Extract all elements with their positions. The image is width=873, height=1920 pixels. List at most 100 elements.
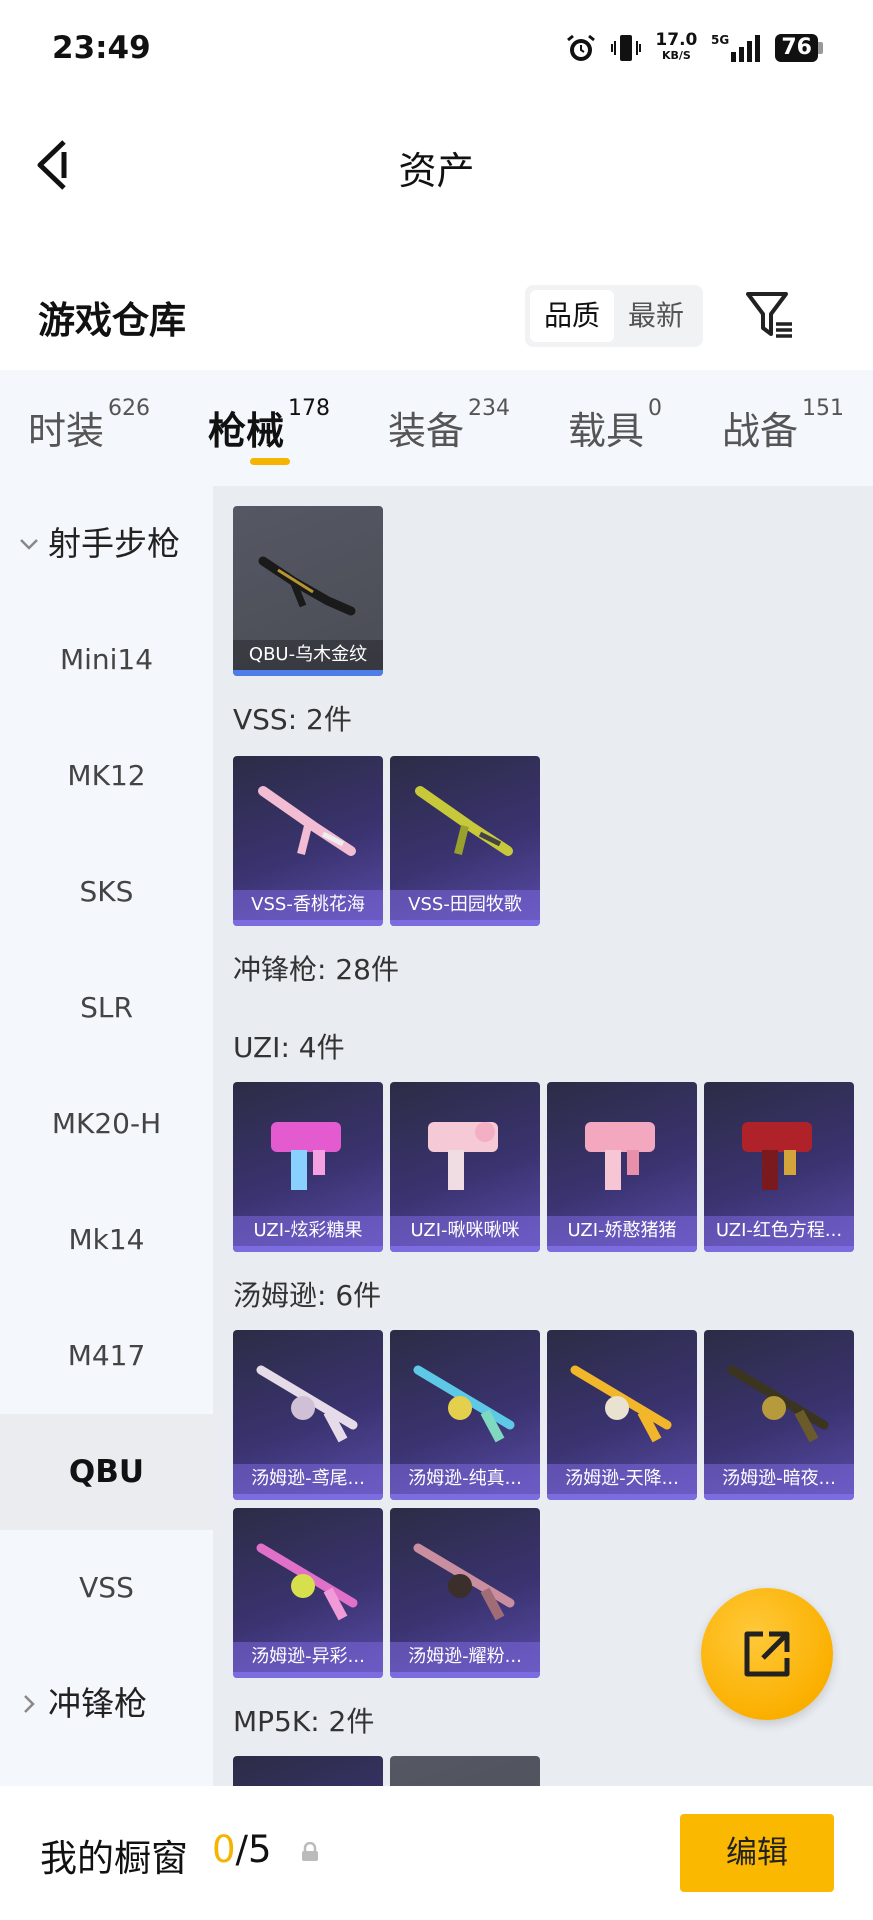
item-card[interactable]: 汤姆逊-纯真... — [390, 1330, 540, 1500]
tab-label: 时装 — [28, 409, 105, 453]
smg-icon — [413, 1543, 515, 1621]
sidebar-item-mk20h[interactable]: MK20-H — [0, 1066, 213, 1182]
item-card-name: UZI-红色方程... — [704, 1216, 854, 1246]
item-card-name: VSS-香桃花海 — [233, 890, 383, 920]
category-label-uzi: UZI: 4件 — [233, 1031, 345, 1064]
item-card-name: 汤姆逊-暗夜... — [704, 1464, 854, 1494]
item-card-name: 汤姆逊-鸢尾... — [233, 1464, 383, 1494]
sidebar-item-mk12[interactable]: MK12 — [0, 718, 213, 834]
item-card[interactable]: 汤姆逊-异彩... — [233, 1508, 383, 1678]
tab-weapons[interactable]: 枪械178 — [208, 396, 330, 455]
tab-count: 626 — [108, 396, 151, 421]
status-bar: 23:49 17.0 KB/S 5G 76 — [0, 0, 873, 100]
sidebar-item-m417[interactable]: M417 — [0, 1298, 213, 1414]
sidebar: 射手步枪 Mini14 MK12 SKS SLR MK20-H Mk14 M41… — [0, 486, 213, 1786]
tab-fashion[interactable]: 时装626 — [28, 396, 150, 455]
category-tabs: 时装626 枪械178 装备234 载具0 战备151 — [0, 370, 873, 486]
tab-label: 战备 — [722, 409, 799, 453]
nav-bar: 资产 — [0, 100, 873, 230]
item-card[interactable]: 汤姆逊-鸢尾... — [233, 1330, 383, 1500]
showcase-total: 5 — [248, 1828, 272, 1871]
tab-vehicles[interactable]: 载具0 — [568, 396, 662, 455]
sidebar-item-mk14[interactable]: Mk14 — [0, 1182, 213, 1298]
item-card[interactable] — [233, 1756, 383, 1786]
network-type: 5G — [711, 33, 729, 47]
section-header: 游戏仓库 品质 最新 — [0, 260, 873, 370]
showcase-current: 0 — [212, 1828, 236, 1871]
sidebar-group-label: 射手步枪 — [48, 524, 180, 563]
item-card[interactable]: UZI-红色方程... — [704, 1082, 854, 1252]
net-speed-unit: KB/S — [661, 49, 691, 62]
smg-icon — [585, 1122, 655, 1190]
share-icon — [744, 1631, 790, 1677]
tab-supplies[interactable]: 战备151 — [722, 396, 844, 455]
item-card-name: 汤姆逊-耀粉... — [390, 1642, 540, 1672]
item-card[interactable]: 汤姆逊-天降... — [547, 1330, 697, 1500]
tab-equipment[interactable]: 装备234 — [388, 396, 510, 455]
item-card-name: UZI-炫彩糖果 — [233, 1216, 383, 1246]
filter-icon — [746, 292, 792, 338]
item-card[interactable]: 汤姆逊-耀粉... — [390, 1508, 540, 1678]
showcase-label: 我的橱窗 — [40, 1837, 188, 1880]
chevron-right-icon — [24, 1695, 35, 1713]
filter-button[interactable] — [742, 288, 798, 344]
vibrate-icon — [611, 32, 642, 64]
sidebar-item-mini14[interactable]: Mini14 — [0, 602, 213, 718]
signal-icon: 5G — [711, 32, 761, 64]
item-card-name: VSS-田园牧歌 — [390, 890, 540, 920]
item-card[interactable]: VSS-香桃花海 — [233, 756, 383, 926]
item-card-name: 汤姆逊-天降... — [547, 1464, 697, 1494]
rifle-icon — [415, 786, 513, 856]
battery-level: 76 — [775, 34, 818, 62]
item-card[interactable]: VSS-田园牧歌 — [390, 756, 540, 926]
tab-label: 枪械 — [208, 409, 285, 453]
share-button[interactable] — [701, 1588, 833, 1720]
item-card[interactable]: QBU-乌木金纹 — [233, 506, 383, 676]
sidebar-item-sks[interactable]: SKS — [0, 834, 213, 950]
item-card[interactable]: 汤姆逊-暗夜... — [704, 1330, 854, 1500]
smg-icon — [256, 1543, 358, 1621]
smg-icon — [727, 1365, 829, 1443]
page-title: 资产 — [398, 149, 475, 193]
tab-count: 234 — [468, 396, 511, 421]
category-label-tommy: 汤姆逊: 6件 — [233, 1279, 382, 1312]
category-label-vss: VSS: 2件 — [233, 703, 352, 736]
item-card[interactable]: UZI-啾咪啾咪 — [390, 1082, 540, 1252]
item-card-name: 汤姆逊-异彩... — [233, 1642, 383, 1672]
alarm-icon — [565, 32, 597, 64]
tab-count: 178 — [288, 396, 331, 421]
sidebar-group-label: 冲锋枪 — [48, 1684, 147, 1723]
smg-icon — [271, 1122, 341, 1190]
showcase-count: 0/5 — [212, 1828, 272, 1871]
sidebar-item-slr[interactable]: SLR — [0, 950, 213, 1066]
smg-icon — [256, 1365, 358, 1443]
tab-label: 载具 — [568, 409, 645, 453]
bottom-bar: 我的橱窗 0/5 编辑 — [0, 1786, 873, 1920]
sidebar-group-marksman[interactable]: 射手步枪 — [18, 486, 180, 602]
edit-button[interactable]: 编辑 — [680, 1814, 834, 1892]
chevron-down-icon — [20, 539, 38, 550]
sort-option-newest[interactable]: 最新 — [614, 290, 698, 342]
item-card[interactable]: UZI-娇憨猪猪 — [547, 1082, 697, 1252]
rifle-icon — [258, 556, 356, 616]
status-icons: 17.0 KB/S 5G 76 — [565, 32, 823, 64]
sidebar-item-vss[interactable]: VSS — [0, 1530, 213, 1646]
lock-icon — [302, 1842, 318, 1861]
section-title: 游戏仓库 — [38, 299, 186, 342]
item-card-name: UZI-娇憨猪猪 — [547, 1216, 697, 1246]
sidebar-item-qbu[interactable]: QBU — [0, 1414, 213, 1530]
item-card[interactable] — [390, 1756, 540, 1786]
tab-count: 0 — [648, 396, 663, 421]
net-speed: 17.0 KB/S — [655, 30, 698, 63]
smg-icon — [570, 1365, 672, 1443]
smg-icon — [413, 1365, 515, 1443]
battery-icon: 76 — [775, 34, 823, 62]
net-speed-value: 17.0 — [655, 30, 698, 50]
rifle-icon — [258, 786, 356, 856]
sidebar-group-smg[interactable]: 冲锋枪 — [18, 1646, 147, 1762]
item-card-name: UZI-啾咪啾咪 — [390, 1216, 540, 1246]
item-card-name: 汤姆逊-纯真... — [390, 1464, 540, 1494]
active-tab-indicator — [250, 458, 290, 465]
item-card[interactable]: UZI-炫彩糖果 — [233, 1082, 383, 1252]
sort-option-quality[interactable]: 品质 — [530, 290, 614, 342]
